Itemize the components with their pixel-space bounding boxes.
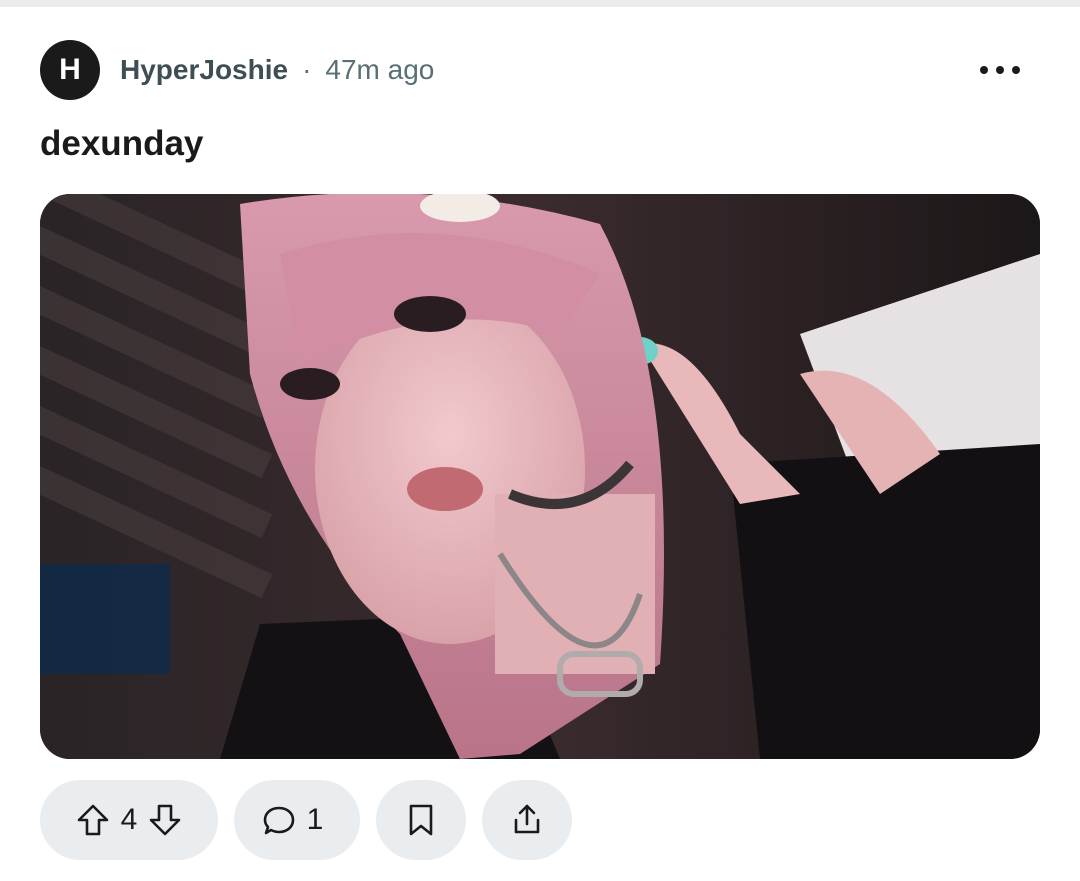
share-button[interactable] xyxy=(482,780,572,860)
post-header: H HyperJoshie · 47m ago xyxy=(40,40,1040,100)
speech-bubble-icon xyxy=(261,802,297,838)
comments-button[interactable]: 1 xyxy=(234,780,360,860)
post-title[interactable]: dexunday xyxy=(40,124,203,164)
arrow-down-icon[interactable] xyxy=(147,802,183,838)
more-options-icon[interactable] xyxy=(980,58,1020,82)
post-image[interactable] xyxy=(40,194,1040,759)
arrow-up-icon[interactable] xyxy=(75,802,111,838)
post-timestamp: 47m ago xyxy=(325,54,435,85)
post-meta: HyperJoshie · 47m ago xyxy=(120,54,434,86)
meta-separator: · xyxy=(302,54,312,85)
share-icon xyxy=(509,802,545,838)
post-actions: 4 1 xyxy=(40,780,572,860)
save-button[interactable] xyxy=(376,780,466,860)
top-divider xyxy=(0,0,1080,7)
bookmark-icon xyxy=(405,802,437,838)
comment-count: 1 xyxy=(306,803,324,836)
vote-control: 4 xyxy=(40,780,218,860)
avatar[interactable]: H xyxy=(40,40,100,100)
author-username[interactable]: HyperJoshie xyxy=(120,54,288,86)
vote-count: 4 xyxy=(120,803,138,836)
